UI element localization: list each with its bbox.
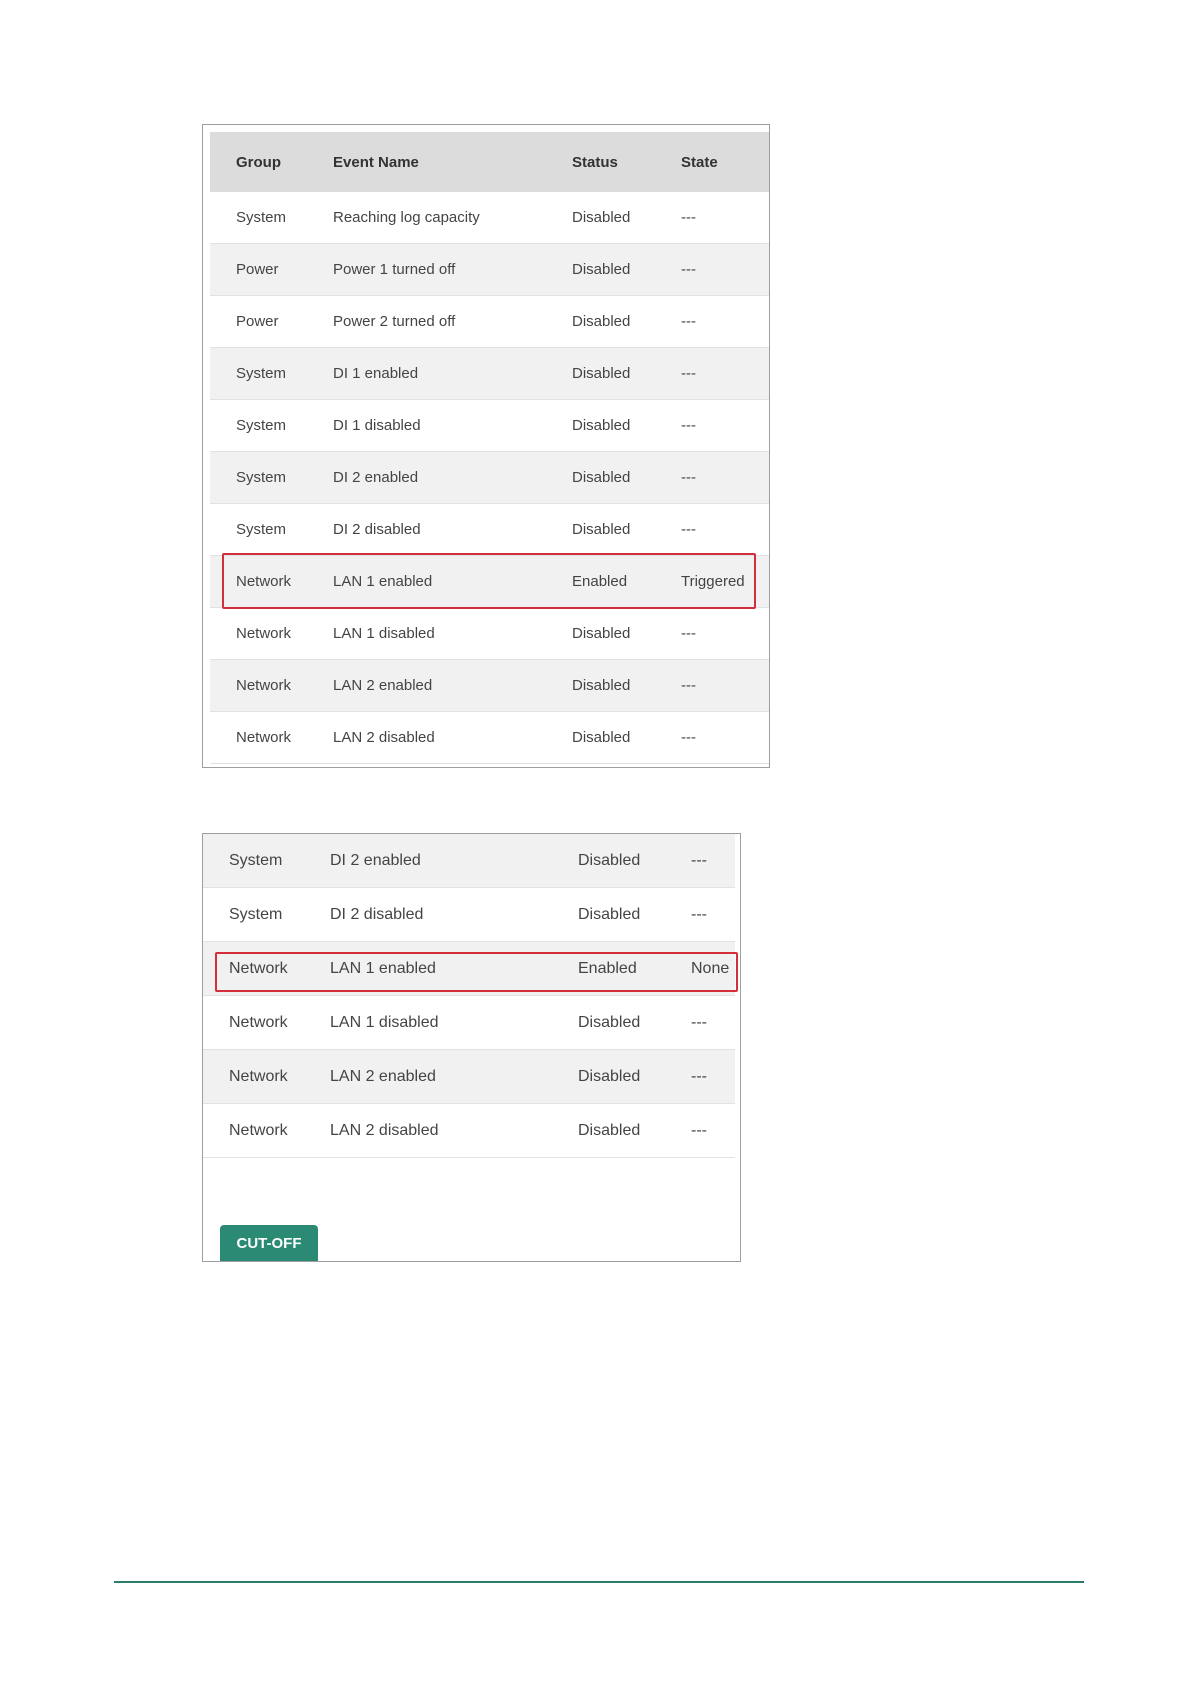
cell-state: --- bbox=[691, 1067, 707, 1085]
table-row[interactable]: Network LAN 2 disabled Disabled --- bbox=[203, 1104, 735, 1158]
cell-event-name: DI 2 disabled bbox=[330, 905, 424, 923]
cell-status: Disabled bbox=[572, 677, 631, 694]
cell-state: --- bbox=[681, 261, 696, 278]
cell-event-name: DI 1 enabled bbox=[333, 365, 419, 382]
cell-group: Network bbox=[236, 729, 292, 746]
cell-state: --- bbox=[681, 469, 696, 486]
cell-state: Triggered bbox=[681, 573, 745, 590]
cell-group: System bbox=[236, 521, 287, 538]
cell-event-name: LAN 2 disabled bbox=[330, 1121, 439, 1139]
cell-state: None bbox=[691, 959, 730, 977]
cell-event-name: LAN 1 enabled bbox=[333, 573, 433, 590]
cell-group: System bbox=[236, 469, 287, 486]
cell-status: Disabled bbox=[578, 851, 641, 869]
cell-event-name: DI 1 disabled bbox=[333, 417, 421, 434]
cell-status: Disabled bbox=[572, 729, 631, 746]
table-row[interactable]: Network LAN 2 enabled Disabled --- bbox=[203, 1050, 735, 1104]
table-row[interactable]: Power Power 2 turned off Disabled --- bbox=[210, 296, 769, 348]
cell-event-name: DI 2 enabled bbox=[330, 851, 421, 869]
table-row[interactable]: Network LAN 1 disabled Disabled --- bbox=[203, 996, 735, 1050]
event-table-top: Group Event Name Status State System Rea… bbox=[210, 132, 769, 764]
cell-status: Disabled bbox=[572, 521, 631, 538]
cell-status: Disabled bbox=[572, 469, 631, 486]
cell-group: Network bbox=[229, 959, 288, 977]
table-row[interactable]: Network LAN 2 enabled Disabled --- bbox=[210, 660, 769, 712]
cell-group: Network bbox=[229, 1067, 288, 1085]
cell-state: --- bbox=[681, 365, 696, 382]
header-event-name: Event Name bbox=[333, 153, 419, 171]
cell-state: --- bbox=[691, 1121, 707, 1139]
cell-group: System bbox=[229, 851, 283, 869]
table-row[interactable]: System DI 2 disabled Disabled --- bbox=[203, 888, 735, 942]
cell-status: Disabled bbox=[578, 1121, 641, 1139]
cell-status: Disabled bbox=[578, 1067, 641, 1085]
cell-event-name: Power 2 turned off bbox=[333, 313, 456, 330]
cell-group: System bbox=[236, 209, 287, 226]
event-table-panel-top: Group Event Name Status State System Rea… bbox=[202, 124, 770, 768]
cell-state: --- bbox=[681, 209, 696, 226]
cell-group: Network bbox=[229, 1121, 288, 1139]
event-table-panel-bottom: System DI 2 enabled Disabled --- System … bbox=[202, 833, 741, 1262]
table-row[interactable]: Power Power 1 turned off Disabled --- bbox=[210, 244, 769, 296]
cell-event-name: LAN 2 enabled bbox=[333, 677, 433, 694]
table-row[interactable]: System Reaching log capacity Disabled --… bbox=[210, 192, 769, 244]
cell-group: System bbox=[236, 417, 287, 434]
cell-state: --- bbox=[681, 677, 696, 694]
header-group: Group bbox=[236, 153, 281, 171]
cell-status: Enabled bbox=[572, 573, 628, 590]
cell-status: Enabled bbox=[578, 959, 637, 977]
cell-status: Disabled bbox=[578, 1013, 641, 1031]
cell-state: --- bbox=[691, 1013, 707, 1031]
cell-group: System bbox=[229, 905, 283, 923]
cell-state: --- bbox=[691, 851, 707, 869]
cell-event-name: DI 2 enabled bbox=[333, 469, 419, 486]
cell-event-name: LAN 1 disabled bbox=[333, 625, 435, 642]
cell-state: --- bbox=[681, 417, 696, 434]
cell-group: System bbox=[236, 365, 287, 382]
table-row-highlighted[interactable]: Network LAN 1 enabled Enabled None bbox=[203, 942, 735, 996]
table-row[interactable]: System DI 1 enabled Disabled --- bbox=[210, 348, 769, 400]
cell-event-name: LAN 2 enabled bbox=[330, 1067, 436, 1085]
table-row[interactable]: System DI 1 disabled Disabled --- bbox=[210, 400, 769, 452]
header-status: Status bbox=[572, 153, 618, 171]
cell-status: Disabled bbox=[578, 905, 641, 923]
cell-group: Network bbox=[236, 573, 292, 590]
table-row[interactable]: System DI 2 disabled Disabled --- bbox=[210, 504, 769, 556]
cell-group: Network bbox=[229, 1013, 288, 1031]
cell-group: Power bbox=[236, 313, 279, 330]
cell-status: Disabled bbox=[572, 209, 631, 226]
cell-event-name: LAN 1 disabled bbox=[330, 1013, 439, 1031]
table-row-highlighted[interactable]: Network LAN 1 enabled Enabled Triggered bbox=[210, 556, 769, 608]
cell-state: --- bbox=[691, 905, 707, 923]
cell-status: Disabled bbox=[572, 365, 631, 382]
cell-group: Power bbox=[236, 261, 279, 278]
cell-status: Disabled bbox=[572, 417, 631, 434]
cell-group: Network bbox=[236, 677, 292, 694]
table-row[interactable]: System DI 2 enabled Disabled --- bbox=[210, 452, 769, 504]
cell-state: --- bbox=[681, 313, 696, 330]
table-row[interactable]: System DI 2 enabled Disabled --- bbox=[203, 834, 735, 888]
event-table-bottom: System DI 2 enabled Disabled --- System … bbox=[203, 834, 735, 1158]
footer-divider bbox=[114, 1581, 1084, 1583]
cell-event-name: LAN 1 enabled bbox=[330, 959, 436, 977]
cell-event-name: Reaching log capacity bbox=[333, 209, 480, 226]
cell-state: --- bbox=[681, 729, 696, 746]
table-row[interactable]: Network LAN 2 disabled Disabled --- bbox=[210, 712, 769, 764]
table-row[interactable]: Network LAN 1 disabled Disabled --- bbox=[210, 608, 769, 660]
header-state: State bbox=[681, 153, 718, 171]
cell-event-name: Power 1 turned off bbox=[333, 261, 456, 278]
cell-event-name: LAN 2 disabled bbox=[333, 729, 435, 746]
cell-status: Disabled bbox=[572, 261, 631, 278]
cut-off-button[interactable]: CUT-OFF bbox=[220, 1225, 318, 1261]
cell-state: --- bbox=[681, 521, 696, 538]
cell-status: Disabled bbox=[572, 625, 631, 642]
cell-event-name: DI 2 disabled bbox=[333, 521, 421, 538]
cell-group: Network bbox=[236, 625, 292, 642]
table-header: Group Event Name Status State bbox=[210, 132, 769, 192]
cell-state: --- bbox=[681, 625, 696, 642]
cell-status: Disabled bbox=[572, 313, 631, 330]
